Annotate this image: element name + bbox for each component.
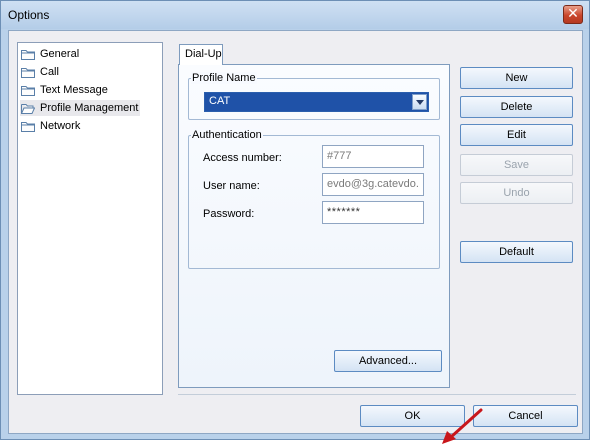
chevron-down-icon[interactable]	[412, 94, 427, 110]
user-name-field[interactable]: evdo@3g.catevdo.	[322, 173, 424, 196]
tree-item-profile-management[interactable]: Profile Management	[20, 100, 141, 116]
user-name-label: User name:	[203, 180, 260, 192]
dial-up-panel: Profile Name CAT Authentication Access n…	[178, 64, 450, 388]
authentication-group: Authentication Access number: #777 User …	[188, 129, 440, 269]
profile-select-value: CAT	[209, 95, 231, 107]
tab-dial-up[interactable]: Dial-Up	[179, 44, 223, 65]
default-button[interactable]: Default	[460, 241, 573, 263]
tree-item-label: Call	[40, 66, 59, 78]
folder-icon	[21, 49, 35, 60]
folder-icon	[21, 121, 35, 132]
cancel-button[interactable]: Cancel	[473, 405, 578, 427]
delete-button[interactable]: Delete	[460, 96, 573, 118]
tree-item-call[interactable]: Call	[20, 64, 61, 80]
authentication-label: Authentication	[191, 129, 263, 141]
advanced-button[interactable]: Advanced...	[334, 350, 442, 372]
folder-icon	[21, 85, 35, 96]
profile-name-group: Profile Name CAT	[188, 72, 440, 120]
access-number-field[interactable]: #777	[322, 145, 424, 168]
tree-item-label: Network	[40, 120, 81, 132]
folder-icon	[21, 67, 35, 78]
tree-item-label: Profile Management	[40, 102, 139, 114]
profile-select[interactable]: CAT	[204, 92, 429, 112]
new-button[interactable]: New	[460, 67, 573, 89]
tree-item-text-message[interactable]: Text Message	[20, 82, 110, 98]
tree-item-general[interactable]: General	[20, 46, 81, 62]
divider	[178, 394, 576, 395]
access-number-label: Access number:	[203, 152, 282, 164]
folder-open-icon	[21, 103, 35, 114]
window-title: Options	[8, 8, 50, 22]
profile-name-label: Profile Name	[191, 72, 257, 84]
tree-item-label: General	[40, 48, 80, 60]
save-button[interactable]: Save	[460, 154, 573, 176]
password-label: Password:	[203, 208, 255, 220]
password-field[interactable]: *******	[322, 201, 424, 224]
red-arrow-icon	[442, 408, 483, 444]
tree-item-label: Text Message	[40, 84, 108, 96]
title-bar[interactable]: Options ✕	[1, 1, 589, 29]
edit-button[interactable]: Edit	[460, 124, 573, 146]
undo-button[interactable]: Undo	[460, 182, 573, 204]
dialog-client: General Call Text Message Profile Manage…	[8, 30, 583, 444]
category-tree: General Call Text Message Profile Manage…	[17, 42, 163, 395]
options-window: Options ✕ General Call Text Message Prof…	[0, 0, 590, 444]
tree-item-network[interactable]: Network	[20, 118, 82, 134]
close-button[interactable]: ✕	[563, 5, 583, 24]
